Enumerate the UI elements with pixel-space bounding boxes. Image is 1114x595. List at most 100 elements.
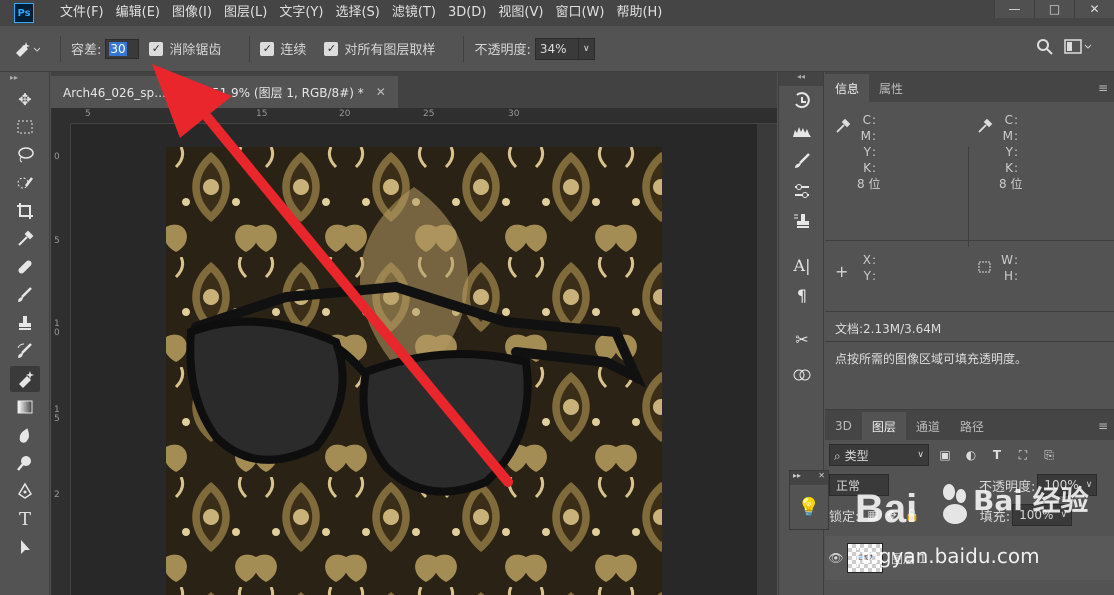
layer-filter-select[interactable]: ⌕ 类型 ∨ [829, 444, 929, 466]
ruler-tick-label: 1 5 [54, 405, 60, 424]
tab-paths[interactable]: 路径 [950, 412, 994, 440]
separator [249, 35, 251, 62]
lock-all-icon[interactable]: 🔒 [905, 508, 920, 522]
document-size: 文档:2.13M/3.64M [825, 312, 1114, 342]
brush-tool-icon[interactable] [10, 282, 40, 308]
pixel-filter-icon[interactable]: ▣ [935, 445, 955, 465]
histogram-panel-icon[interactable] [779, 116, 825, 146]
tab-info[interactable]: 信息 [825, 74, 870, 102]
menu-filter[interactable]: 滤镜(T) [386, 0, 442, 26]
tool-preset-picker[interactable] [0, 39, 50, 59]
menu-help[interactable]: 帮助(H) [610, 0, 668, 26]
tool-presets-panel-icon[interactable]: ✂ [779, 324, 825, 354]
sample-all-layers-checkbox[interactable]: ✓ 对所有图层取样 [324, 39, 435, 58]
close-icon[interactable]: ✕ [818, 471, 825, 485]
tab-channels[interactable]: 通道 [906, 412, 950, 440]
gradient-tool-icon[interactable] [10, 394, 40, 420]
adjustments-panel-icon[interactable] [779, 176, 825, 206]
search-icon[interactable] [1036, 38, 1054, 59]
x-label: X [862, 253, 871, 267]
w-label: W [1001, 253, 1013, 267]
menu-view[interactable]: 视图(V) [492, 0, 549, 26]
history-panel-icon[interactable] [779, 86, 825, 116]
layer-thumbnail: 👓 [847, 543, 883, 573]
ruler-origin[interactable] [51, 108, 71, 124]
blend-mode-select[interactable]: 正常 [829, 474, 889, 496]
pen-tool-icon[interactable] [10, 478, 40, 504]
menu-select[interactable]: 选择(S) [329, 0, 385, 26]
lock-position-icon[interactable]: ✥ [887, 508, 897, 522]
brush-panel-icon[interactable] [779, 146, 825, 176]
menu-window[interactable]: 窗口(W) [549, 0, 610, 26]
close-tab-icon[interactable]: ✕ [376, 85, 386, 99]
layer-row[interactable]: 👁 👓 图层 1 [825, 536, 1114, 580]
crop-tool-icon[interactable] [10, 198, 40, 224]
menu-file[interactable]: 文件(F) [54, 0, 110, 26]
healing-brush-tool-icon[interactable] [10, 254, 40, 280]
panel-menu-icon[interactable]: ≡ [1098, 419, 1108, 433]
horizontal-ruler[interactable]: 5 10 15 20 25 30 [71, 108, 777, 124]
tolerance-input[interactable]: 30 [105, 38, 140, 59]
photoshop-window: Ps 文件(F) 编辑(E) 图像(I) 图层(L) 文字(Y) 选择(S) 滤… [0, 0, 1114, 595]
expand-arrows-icon[interactable]: ▸▸ [793, 471, 801, 485]
history-brush-tool-icon[interactable] [10, 338, 40, 364]
eyedropper-tool-icon[interactable] [10, 226, 40, 252]
type-filter-icon[interactable]: T [987, 445, 1007, 465]
channels-panel-icon[interactable] [779, 360, 825, 390]
type-tool-icon[interactable]: T [10, 506, 40, 532]
fill-input[interactable]: 100% ∨ [1012, 504, 1073, 526]
opacity-input[interactable]: 34% ∨ [534, 37, 595, 60]
workspace-icon[interactable] [1064, 39, 1092, 58]
lightbulb-icon[interactable]: 💡 [790, 485, 828, 529]
clone-stamp-tool-icon[interactable] [10, 310, 40, 336]
menu-layer[interactable]: 图层(L) [218, 0, 273, 26]
menu-type[interactable]: 文字(Y) [273, 0, 329, 26]
eye-icon[interactable]: 👁 [825, 551, 847, 565]
panel-menu-icon[interactable]: ≡ [1098, 81, 1108, 95]
vertical-ruler[interactable]: 0 5 1 0 1 5 2 [51, 124, 71, 595]
vertical-scrollbar[interactable] [757, 124, 777, 595]
marquee-tool-icon[interactable] [10, 114, 40, 140]
document-tab[interactable]: Arch46_026_sp… .jpg @ 51.9% (图层 1, RGB/8… [51, 76, 398, 108]
paisley-sunglasses-image [166, 147, 662, 595]
tolerance-label: 容差: [71, 43, 102, 58]
filter-type-label: 类型 [844, 448, 869, 463]
layer-opacity-input[interactable]: 100% ∨ [1037, 474, 1098, 496]
blur-tool-icon[interactable] [10, 422, 40, 448]
collapse-arrows-icon[interactable]: ▸▸ [0, 72, 49, 84]
close-button[interactable]: ✕ [1074, 0, 1114, 18]
minimize-button[interactable]: — [994, 0, 1034, 18]
lasso-tool-icon[interactable] [10, 142, 40, 168]
menu-image[interactable]: 图像(I) [166, 0, 218, 26]
move-tool-icon[interactable]: ✥ [10, 86, 40, 112]
adjustment-filter-icon[interactable]: ◐ [961, 445, 981, 465]
menu-edit[interactable]: 编辑(E) [110, 0, 166, 26]
bit-depth: 8 位 [857, 177, 881, 191]
layer-name[interactable]: 图层 1 [891, 550, 926, 567]
tab-properties[interactable]: 属性 [869, 74, 913, 102]
document-area: Arch46_026_sp… .jpg @ 51.9% (图层 1, RGB/8… [51, 72, 777, 595]
tab-layers[interactable]: 图层 [861, 412, 906, 440]
anti-alias-checkbox[interactable]: ✓ 消除锯齿 [149, 39, 221, 58]
menu-3d[interactable]: 3D(D) [442, 0, 492, 26]
maximize-button[interactable]: □ [1034, 0, 1074, 18]
chevron-down-icon[interactable]: ∨ [577, 38, 594, 59]
shape-filter-icon[interactable]: ⛶ [1013, 445, 1033, 465]
cmyk-label: M [860, 129, 871, 143]
layer-filter-row: ⌕ 类型 ∨ ▣ ◐ T ⛶ ⎘ [825, 440, 1114, 470]
eraser-tool-icon[interactable] [10, 366, 40, 392]
image-canvas[interactable] [166, 147, 662, 595]
smart-object-filter-icon[interactable]: ⎘ [1039, 445, 1059, 465]
tab-3d[interactable]: 3D [825, 412, 862, 440]
collapse-arrows-icon[interactable]: ◂◂ [779, 72, 823, 86]
path-selection-tool-icon[interactable] [10, 534, 40, 560]
clone-source-panel-icon[interactable] [779, 206, 825, 236]
lock-pixels-icon[interactable]: ▦ [867, 508, 878, 522]
contiguous-checkbox[interactable]: ✓ 连续 [260, 39, 306, 58]
quick-selection-tool-icon[interactable] [10, 170, 40, 196]
eyedropper-icon [835, 118, 851, 137]
dodge-tool-icon[interactable] [10, 450, 40, 476]
paragraph-panel-icon[interactable]: ¶ [779, 280, 825, 310]
character-panel-icon[interactable]: A| [779, 250, 825, 280]
